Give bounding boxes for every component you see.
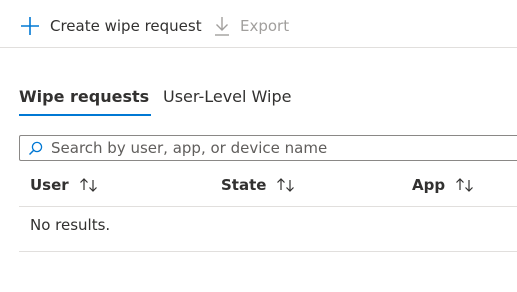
download-icon [213,15,231,37]
column-header-state-label: State [221,176,267,194]
column-header-user-label: User [30,176,69,194]
search-box[interactable] [19,135,517,161]
add-icon [19,15,41,37]
export-button[interactable]: Export [213,13,289,39]
sort-icon [275,177,297,193]
create-wipe-request-button[interactable]: Create wipe request [19,13,202,39]
empty-state-message: No results. [30,216,111,234]
sort-icon [454,177,476,193]
tab-user-level-wipe[interactable]: User-Level Wipe [163,84,291,110]
column-header-app[interactable]: App [412,176,476,194]
export-label: Export [240,17,290,35]
tab-wipe-requests[interactable]: Wipe requests [19,84,152,116]
command-bar: Create wipe request Export [0,0,517,48]
search-input[interactable] [51,139,511,157]
search-icon [28,141,43,156]
table-header: User State App [19,166,517,207]
create-wipe-request-label: Create wipe request [50,17,202,35]
empty-state-row: No results. [19,207,517,252]
column-header-app-label: App [412,176,446,194]
sort-icon [78,177,100,193]
column-header-user[interactable]: User [30,176,100,194]
column-header-state[interactable]: State [221,176,297,194]
